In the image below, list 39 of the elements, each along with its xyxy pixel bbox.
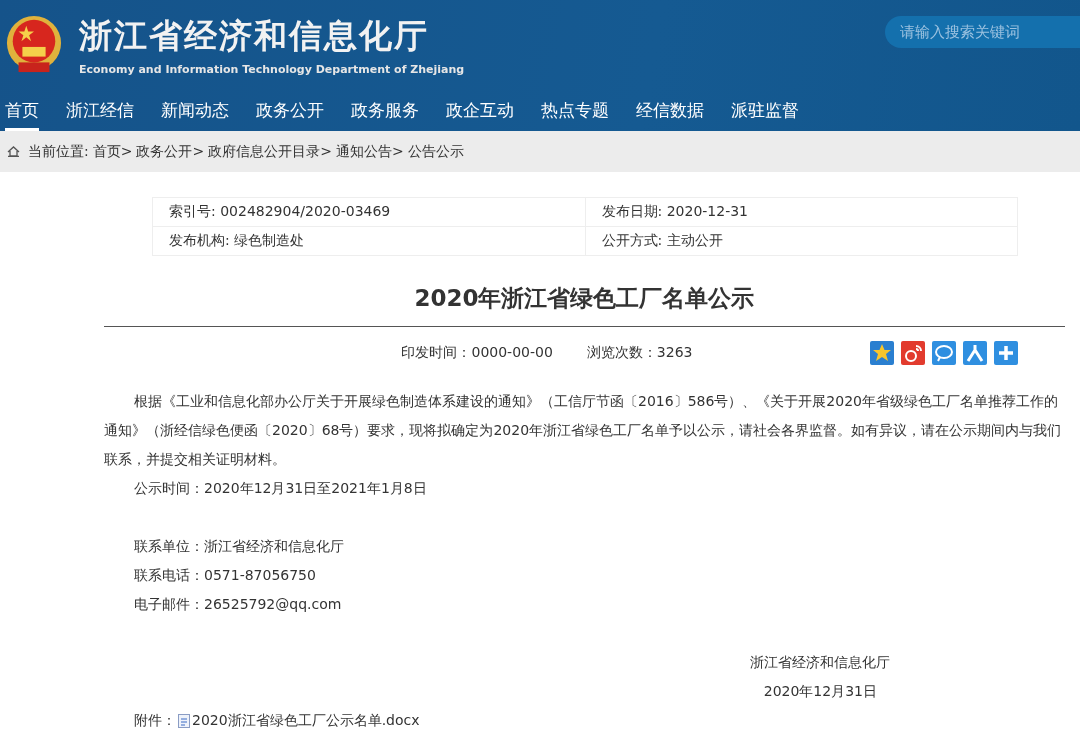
nav-tab[interactable]: 经信数据 xyxy=(636,90,704,131)
nav-tab[interactable]: 政企互动 xyxy=(446,90,514,131)
breadcrumb-link[interactable]: 通知公告> xyxy=(335,142,404,161)
breadcrumb-link[interactable]: 首页> xyxy=(92,142,133,161)
nav-tab[interactable]: 浙江经信 xyxy=(66,90,134,131)
home-icon xyxy=(7,146,20,157)
search-field[interactable]: 请输入搜索关键词 xyxy=(885,16,1080,48)
publicity-period: 公示时间：2020年12月31日至2021年1月8日 xyxy=(133,479,428,498)
contact-line: 电子邮件：26525792@qq.com xyxy=(133,595,343,614)
contact-line: 联系单位：浙江省经济和信息化厅 xyxy=(133,537,345,556)
view-count: 浏览次数：3263 xyxy=(586,344,693,362)
article-paragraph: 根据《工业和信息化部办公厅关于开展绿色制造体系建设的通知》（工信厅节函〔2016〕586号）、《关于开展2020年省级绿色工厂名单推荐工作的通知》（浙经信绿色便函〔2020〕68号）要求，现将拟确定为2020年浙江省绿色工厂名单予以公示，请社会各界监督。如有异议，请在公示期间内与我们联系，并提交相关证明材料。 xyxy=(104,392,1063,469)
attachment-label: 附件： xyxy=(134,711,176,730)
swirl-icon[interactable] xyxy=(901,341,925,365)
nav-tab[interactable]: 政务公开 xyxy=(256,90,324,131)
info-cell: 公开方式: 主动公开 xyxy=(585,226,1018,256)
signature-line: 2020年12月31日 xyxy=(763,682,878,701)
signature-line: 浙江省经济和信息化厅 xyxy=(750,653,890,672)
info-cell: 发布日期: 2020-12-31 xyxy=(585,197,1018,227)
attachment-link[interactable]: 2020浙江省绿色工厂公示名单.docx xyxy=(192,706,420,735)
article-title: 2020年浙江省绿色工厂名单公示 xyxy=(104,283,1065,327)
site-subtitle: Economy and Information Technology Department of Zhejiang xyxy=(79,63,466,76)
contact-line: 联系电话：0571-87056750 xyxy=(133,566,317,585)
nav-tab[interactable]: 政务服务 xyxy=(351,90,419,131)
nav-tab[interactable]: 派驻监督 xyxy=(731,90,799,131)
breadcrumb-link[interactable]: 公告公示 xyxy=(407,142,464,161)
plus-icon[interactable] xyxy=(994,341,1018,365)
breadcrumb-link[interactable]: 政务公开> xyxy=(136,142,205,161)
nav-tab[interactable]: 热点专题 xyxy=(541,90,609,131)
info-cell: 发布机构: 绿色制造处 xyxy=(152,226,585,256)
document-icon xyxy=(178,713,190,728)
nav-tab[interactable]: 新闻动态 xyxy=(161,90,229,131)
breadcrumb-link[interactable]: 政府信息公开目录> xyxy=(208,142,332,161)
site-title: 浙江省经济和信息化厅 xyxy=(79,15,430,57)
info-cell: 索引号: 002482904/2020-03469 xyxy=(152,197,585,227)
breadcrumb-label: 当前位置: xyxy=(28,142,89,161)
print-time: 印发时间：0000-00-00 xyxy=(401,344,553,362)
person-icon[interactable] xyxy=(963,341,987,365)
chat-bubble-icon[interactable] xyxy=(932,341,956,365)
